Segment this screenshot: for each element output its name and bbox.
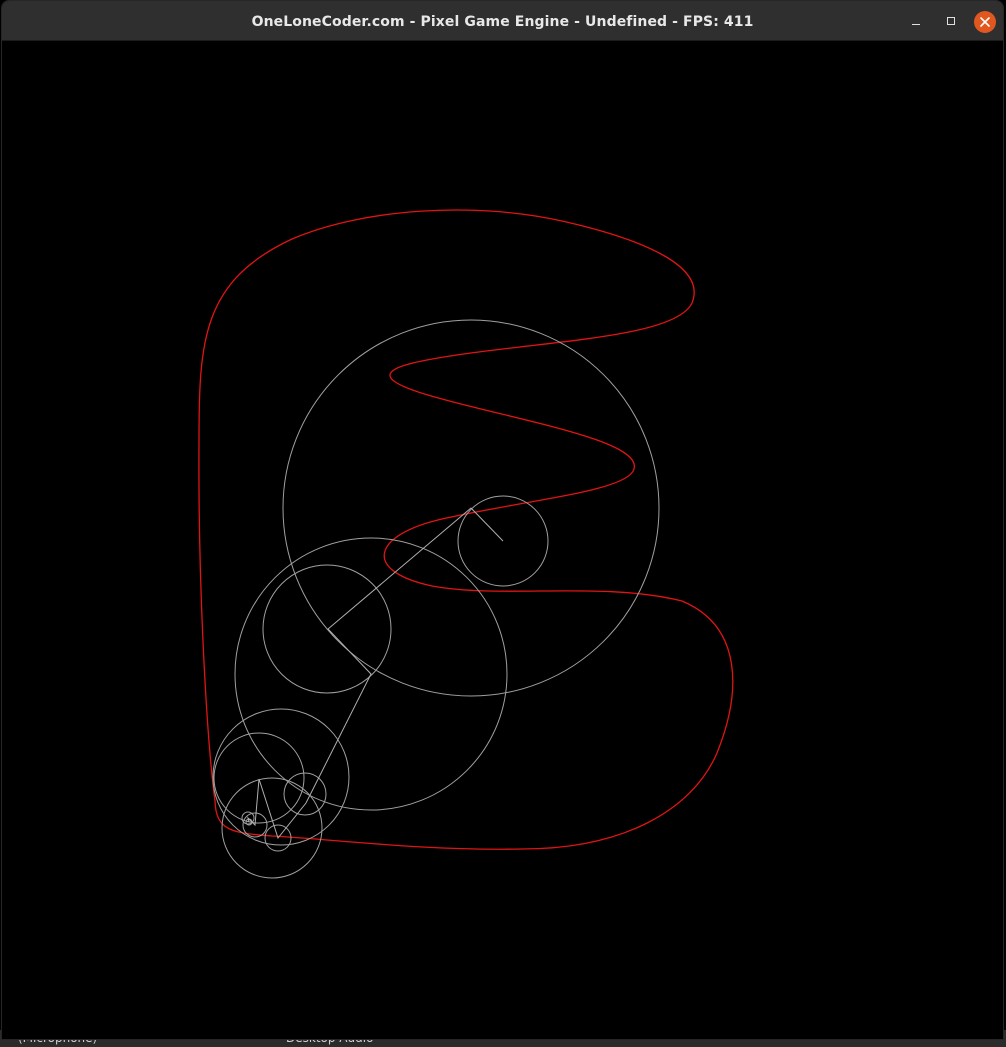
minimize-icon: [912, 24, 920, 25]
epicycle-circle-lower-left: [212, 708, 350, 846]
traced-path: [198, 209, 734, 850]
application-window: OneLoneCoder.com - Pixel Game Engine - U…: [1, 0, 1004, 1040]
close-icon: [980, 17, 990, 27]
epicycle-circle-right-small: [283, 772, 327, 816]
epicycle-circle-bottom: [221, 777, 323, 879]
window-title: OneLoneCoder.com - Pixel Game Engine - U…: [251, 14, 754, 30]
game-canvas[interactable]: [2, 41, 1003, 1039]
maximize-icon: [947, 17, 955, 25]
close-button[interactable]: [974, 11, 996, 33]
maximize-button[interactable]: [940, 11, 962, 33]
window-titlebar[interactable]: OneLoneCoder.com - Pixel Game Engine - U…: [2, 1, 1003, 41]
epicycle-arms: [247, 507, 504, 840]
minimize-button[interactable]: [906, 11, 928, 33]
fourier-epicycles-drawing: [198, 209, 734, 879]
desktop: (Microphone) Desktop Audio OneLoneCoder.…: [0, 0, 1006, 1047]
